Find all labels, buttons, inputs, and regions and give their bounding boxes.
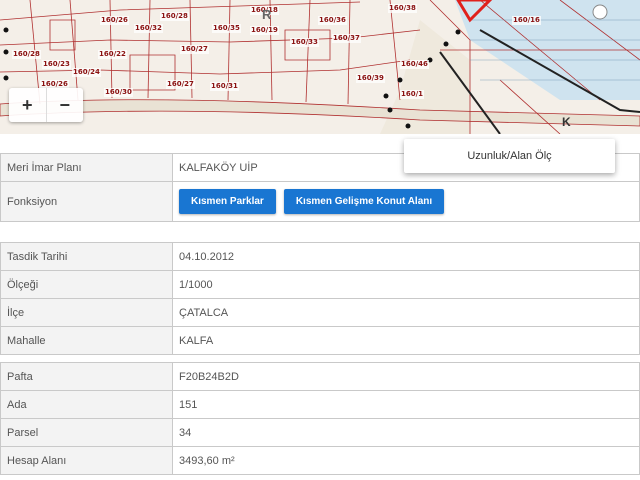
- row-label: Ada: [0, 390, 173, 419]
- parcel-label: 160/33: [290, 38, 319, 47]
- parcel-label: 160/1: [400, 90, 425, 99]
- table-row: İlçe ÇATALCA: [0, 298, 640, 327]
- table-row: Hesap Alanı 3493,60 m²: [0, 446, 640, 475]
- map-sheet-label: K: [562, 115, 571, 129]
- row-value: 04.10.2012: [172, 242, 640, 271]
- parcel-label: 160/26: [100, 16, 129, 25]
- function-buttons-cell: Kısmen Parklar Kısmen Gelişme Konut Alanı: [172, 181, 640, 222]
- measure-menu: Uzunluk/Alan Ölç: [404, 139, 615, 173]
- row-label: Mahalle: [0, 326, 173, 355]
- row-value: 34: [172, 418, 640, 447]
- map-sheet-label: R: [262, 7, 272, 22]
- parcel-label: 160/24: [72, 68, 101, 77]
- table-row: Parsel 34: [0, 418, 640, 447]
- row-label: Hesap Alanı: [0, 446, 173, 475]
- parcel-label: 160/32: [134, 24, 163, 33]
- table-row: Ada 151: [0, 390, 640, 419]
- row-value: ÇATALCA: [172, 298, 640, 327]
- row-label: Pafta: [0, 362, 173, 391]
- parcel-label: 160/46: [400, 60, 429, 69]
- zoom-in-button[interactable]: +: [9, 88, 46, 122]
- parcel-label: 160/38: [388, 4, 417, 13]
- table-row: Tasdik Tarihi 04.10.2012: [0, 242, 640, 271]
- parcel-label: 160/27: [180, 45, 209, 54]
- parcel-label: 160/28: [160, 12, 189, 21]
- parcel-label: 160/30: [104, 88, 133, 97]
- zoom-out-button[interactable]: −: [45, 88, 84, 122]
- row-label: Parsel: [0, 418, 173, 447]
- table-row: Ölçeği 1/1000: [0, 270, 640, 299]
- parcel-label: 160/31: [210, 82, 239, 91]
- table-row: Fonksiyon Kısmen Parklar Kısmen Gelişme K…: [0, 181, 640, 222]
- table-row: Mahalle KALFA: [0, 326, 640, 355]
- parcel-label: 160/16: [512, 16, 541, 25]
- parcel-label: 160/27: [166, 80, 195, 89]
- zoom-control: + −: [9, 88, 83, 122]
- function-button-residential[interactable]: Kısmen Gelişme Konut Alanı: [283, 189, 445, 214]
- row-value: 151: [172, 390, 640, 419]
- parcel-label: 160/22: [98, 50, 127, 59]
- parcel-label: 160/36: [318, 16, 347, 25]
- parcel-label: 160/37: [332, 34, 361, 43]
- map-view[interactable]: 160/26 160/28 160/36 160/32 160/35 160/1…: [0, 0, 640, 134]
- parcel-label: 160/39: [356, 74, 385, 83]
- row-value: KALFA: [172, 326, 640, 355]
- row-label: Meri İmar Planı: [0, 153, 173, 182]
- table-row: Pafta F20B24B2D: [0, 362, 640, 391]
- parcel-label: 160/19: [250, 26, 279, 35]
- row-label: Fonksiyon: [0, 181, 173, 222]
- parcel-info-table: Pafta F20B24B2D Ada 151 Parsel 34 Hesap …: [0, 362, 640, 475]
- approval-info-table: Tasdik Tarihi 04.10.2012 Ölçeği 1/1000 İ…: [0, 242, 640, 355]
- row-label: İlçe: [0, 298, 173, 327]
- function-button-park[interactable]: Kısmen Parklar: [179, 189, 276, 214]
- row-label: Ölçeği: [0, 270, 173, 299]
- row-label: Tasdik Tarihi: [0, 242, 173, 271]
- row-value: F20B24B2D: [172, 362, 640, 391]
- row-value: 3493,60 m²: [172, 446, 640, 475]
- parcel-label: 160/23: [42, 60, 71, 69]
- row-value: 1/1000: [172, 270, 640, 299]
- parcel-label: 160/28: [12, 50, 41, 59]
- measure-length-area-item[interactable]: Uzunluk/Alan Ölç: [467, 150, 551, 162]
- parcel-label: 160/35: [212, 24, 241, 33]
